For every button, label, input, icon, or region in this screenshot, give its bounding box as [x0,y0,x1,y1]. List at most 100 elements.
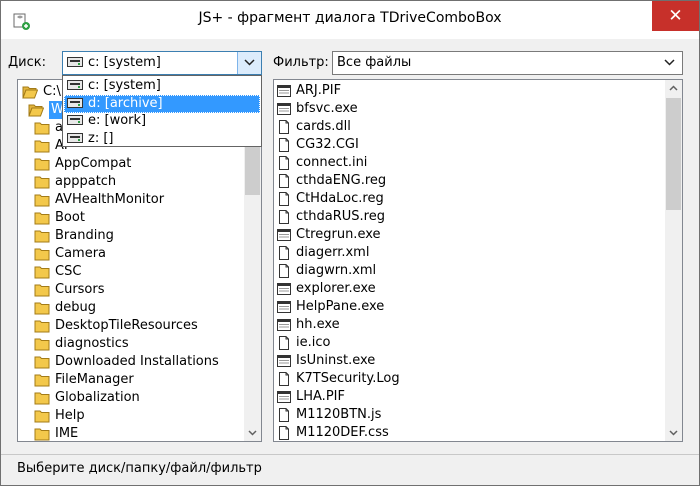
drive-option[interactable]: c: [system] [64,77,260,95]
document-icon [279,120,289,134]
drive-dropdown-button[interactable] [237,52,261,74]
window-title: JS+ - фрагмент диалога TDriveComboBox [198,10,502,26]
folder-name: Globalization [55,390,140,405]
document-icon [279,156,289,170]
drive-icon [67,132,83,143]
title-bar[interactable]: JS+ - фрагмент диалога TDriveComboBox ✕ [1,1,699,39]
drive-icon [67,97,83,108]
drive-option-label: d: [archive] [88,95,163,111]
scroll-down-button[interactable] [665,424,682,441]
file-name: ie.ico [296,335,331,350]
chevron-down-icon [664,59,675,66]
file-name: M1120BTN.js [296,407,382,422]
document-icon [279,372,289,386]
chevron-down-icon [669,430,678,436]
folder-name: Boot [55,210,85,225]
file-name: diagerr.xml [296,245,370,260]
folder-icon [34,266,50,279]
file-name: explorer.exe [296,281,376,296]
folder-icon [34,230,50,243]
file-name: cards.dll [296,119,351,134]
drive-dropdown-list[interactable]: c: [system] d: [archive] e: [work] z: [] [62,75,262,147]
program-icon [277,391,291,403]
filter-label: Фильтр: [273,55,329,70]
document-icon [279,336,289,350]
folder-icon [34,374,50,387]
folder-icon [34,320,50,333]
folder-icon [34,194,50,207]
folder-icon [34,392,50,405]
chevron-up-icon [669,85,678,91]
document-icon [279,426,289,440]
document-icon [279,138,289,152]
document-icon [279,192,289,206]
chevron-down-icon [244,59,255,66]
program-icon [277,229,291,241]
folder-icon [34,410,50,423]
folder-name: IME [55,426,79,441]
folder-icon [34,158,50,171]
folder-icon [34,284,50,297]
drive-option-label: e: [work] [88,113,147,128]
drive-option[interactable]: z: [] [64,130,260,148]
document-icon [279,264,289,278]
drive-option[interactable]: e: [work] [64,112,260,130]
folder-icon [34,428,50,441]
filter-combobox[interactable]: Все файлы [332,51,683,75]
folder-icon [34,212,50,225]
status-bar: Выберите диск/папку/файл/фильтр [1,454,699,485]
drive-selected-value: c: [system] [88,55,161,70]
chevron-down-icon [248,430,257,436]
document-icon [279,246,289,260]
folder-name: apppatch [55,174,117,189]
folder-name: FileManager [55,372,134,387]
file-name: LHA.PIF [296,389,345,404]
folder-name: Branding [55,228,114,243]
drive-icon [67,115,83,125]
folder-icon [34,176,50,189]
file-name: cthdaRUS.reg [296,209,385,224]
file-name: bfsvc.exe [296,101,358,116]
file-scrollbar[interactable] [665,80,682,441]
filter-selected-value: Все файлы [337,55,412,70]
program-icon [277,301,291,313]
file-name: connect.ini [296,155,368,170]
program-icon [277,283,291,295]
folder-name: debug [55,300,96,315]
filter-dropdown-button[interactable] [658,52,682,74]
folder-name: AVHealthMonitor [55,192,165,207]
scroll-thumb[interactable] [666,98,681,210]
program-icon [277,85,291,97]
document-icon [279,210,289,224]
status-text: Выберите диск/папку/файл/фильтр [17,461,262,476]
file-name: HelpPane.exe [296,299,385,314]
folder-name: C:\ [43,84,61,99]
file-name: ARJ.PIF [296,83,342,98]
document-icon [279,174,289,188]
folder-icon [34,302,50,315]
drive-option-label: c: [system] [88,78,161,93]
file-list[interactable]: ARJ.PIF bfsvc.exe cards.dll CG32.CGI connect… [273,79,683,442]
scroll-up-button[interactable] [665,80,682,97]
file-name: IsUninst.exe [296,353,376,368]
folder-icon [34,248,50,261]
drive-icon [67,57,83,67]
program-icon [277,103,291,115]
drive-combobox[interactable]: c: [system] [62,51,262,75]
file-name: Ctregrun.exe [296,227,381,242]
program-icon [277,319,291,331]
file-name: CtHdaLoc.reg [296,191,384,206]
folder-name: Downloaded Installations [55,354,219,369]
scroll-down-button[interactable] [244,424,261,441]
folder-icon [34,338,50,351]
folder-name: DesktopTileResources [55,318,198,333]
folder-name: Help [55,408,85,423]
folder-open-icon [22,86,38,99]
file-name: M1120DEF.css [296,425,389,440]
close-button[interactable]: ✕ [652,1,699,31]
file-name: cthdaENG.reg [296,173,387,188]
drive-icon [67,80,83,90]
folder-name: CSC [55,264,82,279]
drive-option-label: z: [] [88,130,114,146]
drive-option[interactable]: d: [archive] [64,94,260,113]
